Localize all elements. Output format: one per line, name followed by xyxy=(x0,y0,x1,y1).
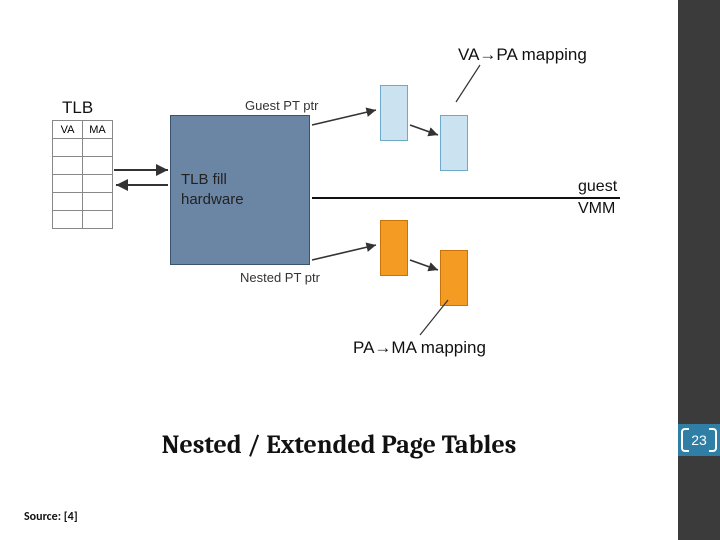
tlb-hw-line2: hardware xyxy=(181,190,299,210)
tlb-hw-line1: TLB fill xyxy=(181,170,299,190)
nested-pt-ptr-label: Nested PT ptr xyxy=(240,270,320,285)
guest-domain-label: guest xyxy=(578,178,617,196)
source-citation: Source: [4] xyxy=(24,510,78,524)
guest-pt-ptr-label: Guest PT ptr xyxy=(245,98,318,113)
guest-pt-box-1 xyxy=(380,85,408,141)
tlb-col-ma: MA xyxy=(83,121,113,139)
guest-pt-box-2 xyxy=(440,115,468,171)
tlb-table: VA MA xyxy=(52,120,113,229)
diagram: TLB VA MA TLB fill hardware Guest PT ptr… xyxy=(20,40,660,400)
va-pa-mapping-label: VA→PA mapping xyxy=(458,45,587,65)
right-sidebar-stripe xyxy=(678,0,720,540)
slide-caption: Nested / Extended Page Tables xyxy=(0,430,678,460)
page-number: 23 xyxy=(691,432,707,448)
nested-pt-box-2 xyxy=(440,250,468,306)
tlb-title: TLB xyxy=(62,98,93,118)
tlb-col-va: VA xyxy=(53,121,83,139)
page-number-badge: 23 xyxy=(678,424,720,456)
nested-pt-box-1 xyxy=(380,220,408,276)
vmm-domain-label: VMM xyxy=(578,200,615,218)
slide-body: TLB VA MA TLB fill hardware Guest PT ptr… xyxy=(0,0,678,540)
diagram-connectors xyxy=(20,40,660,400)
tlb-fill-hardware-block: TLB fill hardware xyxy=(170,115,310,265)
pa-ma-mapping-label: PA→MA mapping xyxy=(353,338,486,358)
